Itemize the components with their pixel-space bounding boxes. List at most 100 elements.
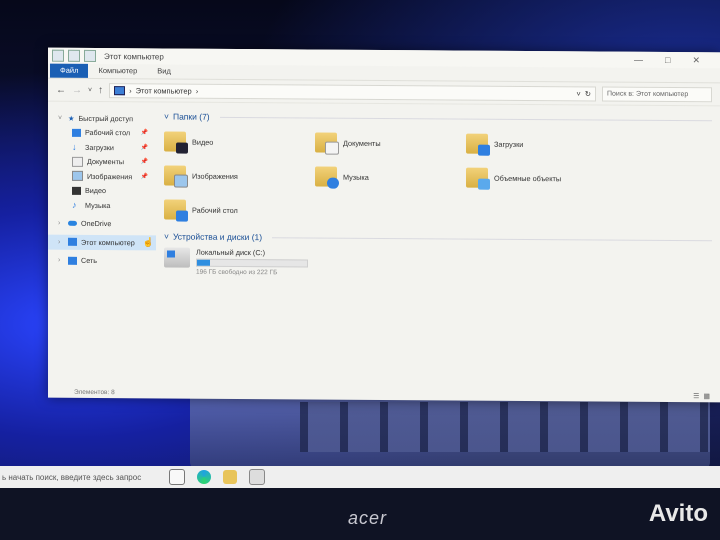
address-dropdown-icon[interactable]: ˅ <box>576 89 580 98</box>
documents-icon <box>72 156 83 167</box>
sidebar-item-label: Изображения <box>87 171 133 181</box>
refresh-icon[interactable]: ↻ <box>585 89 591 98</box>
task-view-icon[interactable] <box>169 469 185 485</box>
brand-logo: acer <box>348 508 388 528</box>
sidebar-item-quick-access[interactable]: ˅ ★ Быстрый доступ <box>48 111 156 126</box>
folder-tile-documents[interactable]: Документы <box>315 129 466 158</box>
view-toggle: ☰ ▦ <box>693 392 710 400</box>
sidebar-item-label: OneDrive <box>81 219 112 229</box>
drive-usage-fill <box>197 259 210 266</box>
recent-dropdown-icon[interactable]: ˅ <box>88 86 92 93</box>
sidebar-item-label: Этот компьютер <box>81 237 135 248</box>
3d-objects-folder-icon <box>466 167 490 190</box>
chevron-right-icon: › <box>195 86 199 96</box>
explorer-window: Этот компьютер — □ ✕ Файл Компьютер Вид … <box>48 47 720 403</box>
details-view-icon[interactable]: ☰ <box>693 392 699 400</box>
sidebar-item-label: Рабочий стол <box>85 128 131 138</box>
cloud-icon <box>68 221 77 227</box>
back-arrow-icon[interactable]: ← <box>56 84 66 95</box>
chevron-down-icon[interactable]: ˅ <box>58 114 64 121</box>
navigation-pane: ˅ ★ Быстрый доступ Рабочий стол 📌 ↓ Загр… <box>48 101 156 385</box>
network-icon <box>68 256 77 265</box>
maximize-icon[interactable]: □ <box>665 54 670 65</box>
address-bar[interactable]: › Этот компьютер › ˅ ↻ <box>109 82 596 101</box>
search-input[interactable]: Поиск в: Этот компьютер ⌕ <box>602 86 712 102</box>
sidebar-item-documents[interactable]: Документы 📌 <box>48 154 156 169</box>
pictures-icon <box>72 171 83 182</box>
sidebar-item-this-pc[interactable]: › Этот компьютер ☝ <box>48 234 156 250</box>
devices-group-header[interactable]: ˅ Устройства и диски (1) <box>164 231 712 245</box>
pin-icon[interactable]: 📌 <box>141 144 148 151</box>
pictures-folder-icon <box>164 165 188 188</box>
close-icon[interactable]: ✕ <box>692 55 700 66</box>
computer-icon <box>52 49 64 62</box>
sidebar-item-pictures[interactable]: Изображения 📌 <box>48 169 156 184</box>
chevron-right-icon[interactable]: › <box>58 238 64 245</box>
forward-arrow-icon[interactable]: → <box>72 84 82 95</box>
sidebar-item-video[interactable]: Видео <box>48 183 156 198</box>
drive-free-space: 196 ГБ свободно из 222 ГБ <box>196 268 278 277</box>
chevron-down-icon: ˅ <box>164 231 169 242</box>
computer-icon <box>114 85 126 95</box>
taskbar: ь начать поиск, введите здесь запрос <box>0 466 720 488</box>
computer-icon <box>68 238 77 247</box>
folder-tile-3d-objects[interactable]: Объемные объекты <box>466 164 617 193</box>
chevron-right-icon: › <box>129 85 132 95</box>
taskbar-search-input[interactable]: ь начать поиск, введите здесь запрос <box>0 473 157 482</box>
folder-tile-pictures[interactable]: Изображения <box>164 161 315 190</box>
sidebar-item-label: Музыка <box>85 200 111 210</box>
music-folder-icon <box>315 166 339 189</box>
tiles-view-icon[interactable]: ▦ <box>703 392 710 400</box>
window-title: Этот компьютер <box>104 51 164 61</box>
drive-tile-c[interactable]: Локальный диск (C:) 196 ГБ свободно из 2… <box>164 247 712 279</box>
downloads-folder-icon <box>466 133 490 156</box>
chevron-down-icon: ˅ <box>164 111 169 122</box>
folder-label: Видео <box>192 137 214 147</box>
tab-computer[interactable]: Компьютер <box>88 64 147 78</box>
sidebar-item-music[interactable]: ♪ Музыка <box>48 198 156 213</box>
pin-icon[interactable]: 📌 <box>141 173 148 180</box>
tab-view[interactable]: Вид <box>147 64 181 78</box>
sidebar-item-label: Сеть <box>81 256 97 266</box>
drive-usage-bar <box>196 258 308 268</box>
store-icon[interactable] <box>249 469 265 485</box>
file-explorer-icon[interactable] <box>223 470 237 484</box>
folder-label: Загрузки <box>494 139 524 149</box>
hard-drive-icon <box>164 247 190 268</box>
status-bar-count: Элементов: 8 <box>74 388 115 397</box>
downloads-icon: ↓ <box>72 142 77 153</box>
sidebar-item-label: Видео <box>85 186 106 196</box>
folder-tile-video[interactable]: Видео <box>164 127 315 156</box>
folders-group-header[interactable]: ˅ Папки (7) <box>164 111 712 125</box>
chevron-right-icon[interactable]: › <box>58 220 64 227</box>
group-title: Устройства и диски (1) <box>172 231 263 243</box>
sidebar-item-network[interactable]: › Сеть <box>48 253 156 268</box>
folder-label: Музыка <box>343 172 369 182</box>
sidebar-item-desktop[interactable]: Рабочий стол 📌 <box>48 125 156 140</box>
chevron-right-icon[interactable]: › <box>58 257 64 264</box>
folder-tile-music[interactable]: Музыка <box>315 163 466 192</box>
group-title: Папки (7) <box>172 111 210 122</box>
tab-file[interactable]: Файл <box>50 63 89 78</box>
pin-icon[interactable]: 📌 <box>141 130 148 137</box>
sidebar-item-downloads[interactable]: ↓ Загрузки 📌 <box>48 140 156 155</box>
address-location: Этот компьютер <box>135 85 192 96</box>
folder-label: Изображения <box>192 171 238 181</box>
sidebar-item-label: Загрузки <box>85 142 114 152</box>
pin-icon[interactable]: 📌 <box>141 159 148 166</box>
edge-browser-icon[interactable] <box>197 470 211 484</box>
folder-tile-downloads[interactable]: Загрузки <box>466 130 617 159</box>
hand-cursor-icon: ☝ <box>142 237 154 248</box>
sidebar-item-label: Документы <box>87 157 125 167</box>
sidebar-item-onedrive[interactable]: › OneDrive <box>48 216 156 231</box>
music-icon: ♪ <box>72 200 77 211</box>
properties-icon[interactable] <box>68 49 80 62</box>
minimize-icon[interactable]: — <box>634 54 643 65</box>
up-arrow-icon[interactable]: ↑ <box>98 85 103 96</box>
folder-tile-desktop[interactable]: Рабочий стол <box>164 195 315 224</box>
background-grille <box>300 402 710 452</box>
sidebar-item-label: Быстрый доступ <box>78 113 134 123</box>
desktop-icon <box>72 128 81 137</box>
star-icon: ★ <box>68 113 75 123</box>
new-folder-icon[interactable] <box>84 49 96 62</box>
